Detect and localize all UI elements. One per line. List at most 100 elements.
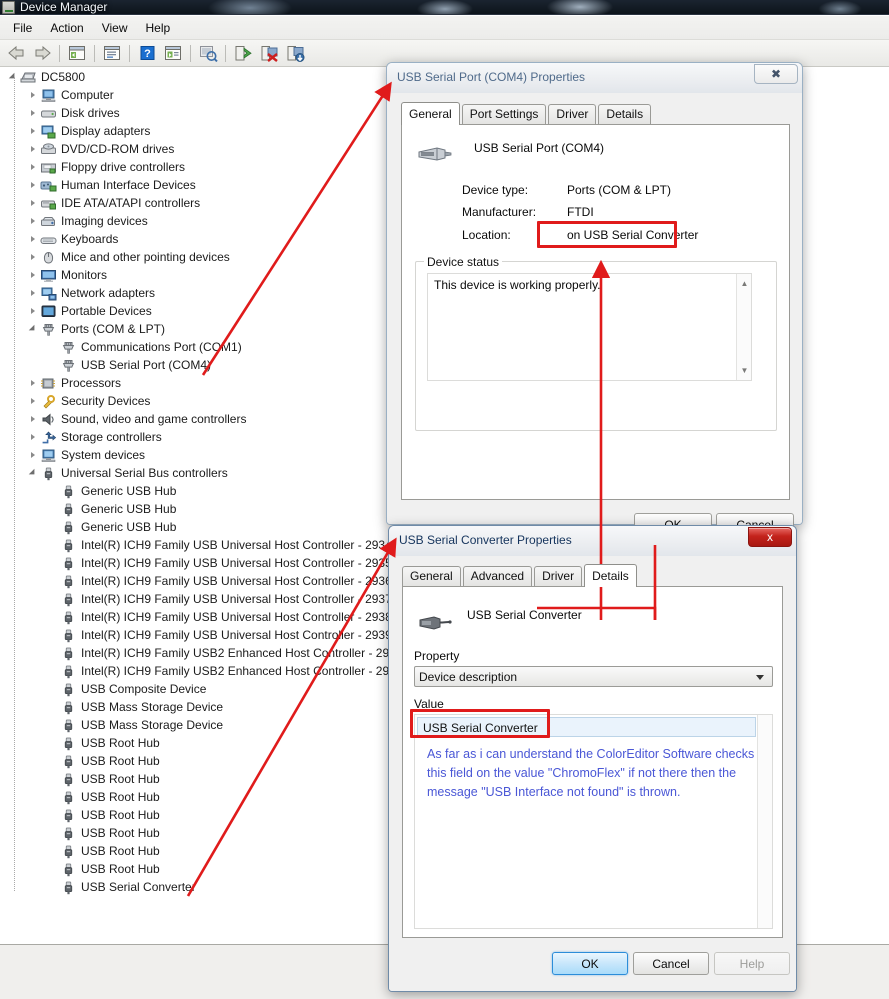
tabstrip[interactable]: General Port Settings Driver Details (401, 102, 653, 125)
usb-icon (60, 628, 77, 643)
update-driver-icon[interactable] (231, 42, 255, 65)
tree-twisty-icon[interactable] (28, 306, 39, 317)
properties-icon[interactable] (100, 42, 124, 65)
usb-icon (60, 880, 77, 895)
back-arrow-icon[interactable] (4, 42, 28, 65)
tabstrip[interactable]: General Advanced Driver Details (402, 564, 639, 587)
manufacturer-value: FTDI (567, 205, 594, 219)
tree-twisty-icon[interactable] (28, 108, 39, 119)
storage-controller-icon (40, 430, 57, 445)
help-button[interactable]: Help (714, 952, 790, 975)
tab-general[interactable]: General (401, 102, 460, 125)
tree-twisty-icon[interactable] (28, 288, 39, 299)
tree-leaf-connector (48, 720, 59, 731)
ok-button[interactable]: OK (552, 952, 628, 975)
tree-item-label: USB Root Hub (81, 826, 160, 840)
device-name: USB Serial Converter (467, 608, 582, 622)
tree-twisty-icon[interactable] (28, 234, 39, 245)
tree-twisty-icon[interactable] (28, 432, 39, 443)
tree-twisty-icon[interactable] (28, 378, 39, 389)
tree-twisty-icon[interactable] (28, 396, 39, 407)
tree-leaf-connector (48, 648, 59, 659)
dvd-drive-icon (40, 142, 57, 157)
tree-twisty-icon[interactable] (28, 198, 39, 209)
usb-icon (60, 790, 77, 805)
close-icon[interactable]: x (748, 527, 792, 547)
help-icon[interactable]: ? (135, 42, 159, 65)
uninstall-device-icon[interactable] (257, 42, 281, 65)
close-glyph: x (767, 530, 773, 544)
scroll-up-icon[interactable]: ▲ (737, 276, 752, 291)
usb-serial-converter-properties-dialog[interactable]: USB Serial Converter Properties x Genera… (388, 525, 797, 992)
tree-item-label: Intel(R) ICH9 Family USB2 Enhanced Host … (81, 664, 405, 678)
tree-leaf-connector (48, 684, 59, 695)
cancel-button[interactable]: Cancel (633, 952, 709, 975)
toolbar-separator (59, 44, 60, 62)
port-icon (60, 358, 77, 373)
tree-leaf-connector (48, 774, 59, 785)
tree-twisty-icon[interactable] (28, 324, 39, 335)
tree-leaf-connector (48, 522, 59, 533)
user-annotation-note: As far as i can understand the ColorEdit… (427, 747, 755, 799)
tree-item-label: Intel(R) ICH9 Family USB Universal Host … (81, 592, 392, 606)
tree-twisty-icon[interactable] (28, 180, 39, 191)
action-menu-icon[interactable] (161, 42, 185, 65)
tree-twisty-icon[interactable] (28, 90, 39, 101)
tree-leaf-connector (48, 558, 59, 569)
device-status-group: Device status This device is working pro… (415, 255, 777, 431)
close-icon[interactable]: ✖ (754, 64, 798, 84)
tree-item-label: USB Serial Converter (81, 880, 196, 894)
show-hide-console-tree-icon[interactable] (65, 42, 89, 65)
tree-twisty-icon[interactable] (28, 450, 39, 461)
tree-item-label: USB Root Hub (81, 772, 160, 786)
device-status-textbox[interactable]: This device is working properly. ▲ ▼ (427, 273, 752, 381)
tab-port-settings[interactable]: Port Settings (461, 104, 547, 124)
tree-twisty-icon[interactable] (28, 252, 39, 263)
tree-item-label: Intel(R) ICH9 Family USB Universal Host … (81, 574, 392, 588)
value-item-selected[interactable]: USB Serial Converter (417, 717, 756, 737)
tree-twisty-icon[interactable] (28, 270, 39, 281)
tree-item-label: Intel(R) ICH9 Family USB2 Enhanced Host … (81, 646, 404, 660)
portable-device-icon (40, 304, 57, 319)
tree-item-label: Display adapters (61, 124, 151, 138)
tree-twisty-icon[interactable] (28, 216, 39, 227)
usb-icon (60, 772, 77, 787)
tree-twisty-icon[interactable] (28, 144, 39, 155)
property-select[interactable]: Device description (414, 666, 773, 687)
menu-action[interactable]: Action (41, 18, 92, 38)
usb-converter-icon (415, 611, 453, 638)
value-scrollbar[interactable] (757, 715, 772, 928)
tab-driver[interactable]: Driver (548, 104, 597, 124)
tree-leaf-connector (48, 792, 59, 803)
menu-help[interactable]: Help (137, 18, 180, 38)
tree-item-label: Disk drives (61, 106, 120, 120)
tree-item-label: Sound, video and game controllers (61, 412, 247, 426)
tab-general[interactable]: General (402, 566, 461, 586)
tree-twisty-icon[interactable] (28, 162, 39, 173)
tree-twisty-icon[interactable] (28, 414, 39, 425)
menubar: File Action View Help (0, 16, 889, 40)
usb-serial-port-properties-dialog[interactable]: USB Serial Port (COM4) Properties ✖ Gene… (386, 62, 803, 536)
tab-details[interactable]: Details (584, 564, 637, 587)
tree-twisty-icon[interactable] (28, 126, 39, 137)
status-scrollbar[interactable]: ▲ ▼ (736, 274, 751, 380)
tab-advanced[interactable]: Advanced (462, 566, 533, 586)
tab-driver[interactable]: Driver (534, 566, 583, 586)
menu-file[interactable]: File (4, 18, 41, 38)
location-value: on USB Serial Converter (567, 228, 699, 242)
dialog-body: General Advanced Driver Details USB Seri… (389, 556, 796, 991)
tree-item-label: Storage controllers (61, 430, 162, 444)
disable-device-icon[interactable] (283, 42, 307, 65)
menu-view[interactable]: View (93, 18, 137, 38)
scan-for-hardware-changes-icon[interactable] (196, 42, 220, 65)
tab-details[interactable]: Details (598, 104, 652, 124)
usb-icon (60, 736, 77, 751)
tree-twisty-icon[interactable] (28, 468, 39, 479)
close-glyph: ✖ (770, 67, 782, 81)
tree-item-label: Processors (61, 376, 122, 390)
scroll-down-icon[interactable]: ▼ (737, 363, 752, 378)
forward-arrow-icon[interactable] (30, 42, 54, 65)
tree-leaf-connector (48, 486, 59, 497)
value-listbox[interactable]: USB Serial Converter As far as i can und… (414, 714, 773, 929)
usb-icon (60, 718, 77, 733)
